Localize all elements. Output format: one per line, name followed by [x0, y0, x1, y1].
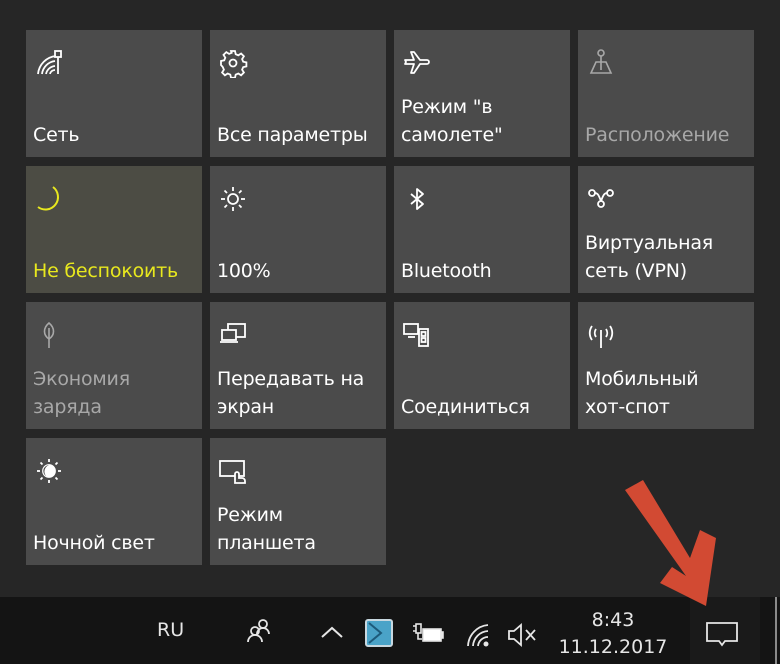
tile-label: Bluetooth — [401, 260, 492, 282]
tile-label: Виртуальная сеть (VPN) — [585, 232, 714, 282]
hotspot-icon — [586, 320, 616, 350]
moon-icon — [34, 184, 64, 214]
tile-network[interactable]: Сеть — [26, 30, 202, 157]
chevron-up-icon[interactable] — [320, 624, 344, 643]
tile-label: Ночной свет — [33, 532, 155, 554]
tile-vpn[interactable]: Виртуальная сеть (VPN) — [578, 166, 754, 293]
tile-quiet-hours[interactable]: Не беспокоить — [26, 166, 202, 293]
people-icon[interactable] — [245, 615, 275, 649]
tile-label: Соединиться — [401, 396, 530, 418]
tile-airplane-mode[interactable]: Режим "в самолете" — [394, 30, 570, 157]
language-indicator[interactable]: RU — [157, 619, 184, 641]
sun-icon — [218, 184, 248, 214]
tile-battery-saver[interactable]: Экономия заряда — [26, 302, 202, 429]
clock[interactable]: 8:43 11.12.2017 — [557, 607, 669, 661]
location-icon — [586, 48, 616, 78]
night-light-icon — [34, 456, 64, 486]
wifi-icon[interactable] — [466, 622, 492, 652]
tile-label: Сеть — [33, 124, 80, 146]
tile-location[interactable]: Расположение — [578, 30, 754, 157]
volume-muted-icon[interactable] — [506, 623, 538, 651]
tile-brightness[interactable]: 100% — [210, 166, 386, 293]
gear-icon — [218, 48, 248, 78]
tile-project[interactable]: Передавать на экран — [210, 302, 386, 429]
tile-label: Режим планшета — [217, 504, 316, 554]
tile-label: Передавать на экран — [217, 368, 365, 418]
bluetooth-icon — [402, 184, 432, 214]
tile-tablet-mode[interactable]: Режим планшета — [210, 438, 386, 565]
connect-icon — [402, 320, 432, 350]
tile-label: Мобильный хот-спот — [585, 368, 699, 418]
show-desktop-button[interactable] — [775, 597, 777, 664]
tablet-mode-icon — [218, 456, 248, 486]
tile-label: 100% — [217, 260, 271, 282]
action-center-button[interactable] — [690, 597, 760, 664]
tile-settings[interactable]: Все параметры — [210, 30, 386, 157]
tile-label: Экономия заряда — [33, 368, 130, 418]
network-icon — [34, 48, 64, 78]
airplane-icon — [402, 48, 432, 78]
tile-connect[interactable]: Соединиться — [394, 302, 570, 429]
app-icon[interactable] — [365, 619, 393, 651]
tile-label: Режим "в самолете" — [401, 96, 503, 146]
project-icon — [218, 320, 248, 350]
battery-charging-icon[interactable] — [411, 623, 445, 649]
tile-label: Не беспокоить — [33, 260, 179, 282]
notification-icon — [705, 621, 739, 653]
tile-mobile-hotspot[interactable]: Мобильный хот-спот — [578, 302, 754, 429]
leaf-icon — [34, 320, 64, 350]
time: 8:43 — [591, 609, 635, 631]
tile-label: Расположение — [585, 124, 730, 146]
tile-bluetooth[interactable]: Bluetooth — [394, 166, 570, 293]
action-center-panel: Сеть Все параметры Режим "в самолете" Ра… — [0, 0, 780, 597]
vpn-icon — [586, 184, 616, 214]
tile-night-light[interactable]: Ночной свет — [26, 438, 202, 565]
date: 11.12.2017 — [558, 636, 668, 658]
tile-label: Все параметры — [217, 124, 368, 146]
taskbar: RU 8:43 11.12.2017 — [0, 597, 780, 664]
